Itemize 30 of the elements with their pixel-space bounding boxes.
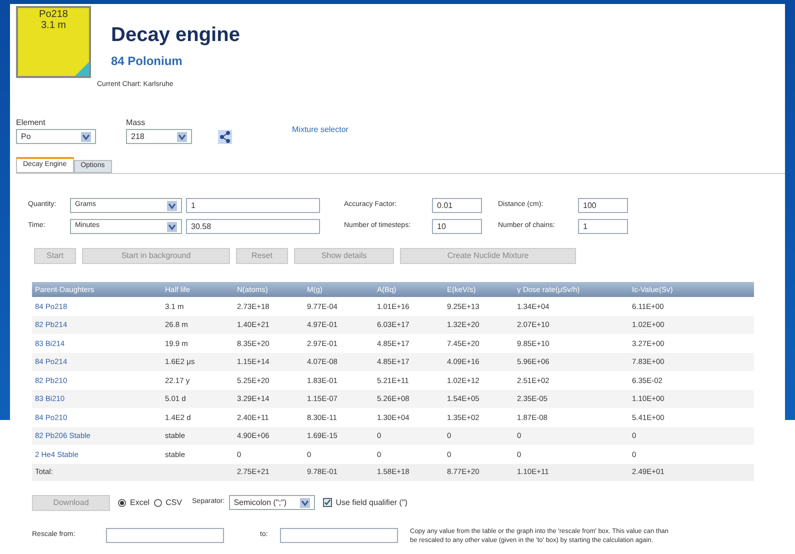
input-field[interactable]: 10 <box>432 219 482 234</box>
dropdown[interactable]: 218 <box>126 129 192 144</box>
input-field[interactable]: 30.58 <box>186 219 320 234</box>
input-field[interactable]: 1 <box>578 219 628 234</box>
dropdown-caret-icon <box>167 200 177 210</box>
input-field[interactable] <box>280 528 398 543</box>
input-field[interactable]: 100 <box>578 198 628 213</box>
nuclide-tile[interactable]: Po218 3.1 m <box>16 6 91 78</box>
decay-mode-corner-icon <box>75 62 89 76</box>
dropdown[interactable]: Po <box>16 129 96 144</box>
field-label: Mass <box>126 117 146 129</box>
input-field[interactable]: 0.01 <box>432 198 482 213</box>
radio-button[interactable] <box>118 498 126 506</box>
input-field[interactable] <box>106 528 224 543</box>
dropdown-caret-icon <box>300 498 310 508</box>
radio-button[interactable] <box>154 498 162 506</box>
checkbox[interactable] <box>322 498 332 507</box>
field-label: Element <box>16 117 46 129</box>
dropdown-caret-icon <box>167 222 177 232</box>
dropdown-caret-icon <box>81 132 91 142</box>
dropdown-caret-icon <box>177 132 187 142</box>
dropdown[interactable]: Semicolon (";") <box>228 495 315 510</box>
input-field[interactable]: 1 <box>186 198 320 213</box>
share-icon[interactable] <box>218 130 232 144</box>
radio-label: CSV <box>166 496 182 508</box>
element-name: 84 Polonium <box>111 53 184 70</box>
page-title: Decay engine <box>111 23 240 48</box>
checkbox-label: Use field qualifier (") <box>336 496 408 508</box>
mixture-selector-link[interactable]: Mixture selector <box>292 124 348 136</box>
radio-label: Excel <box>130 496 150 508</box>
